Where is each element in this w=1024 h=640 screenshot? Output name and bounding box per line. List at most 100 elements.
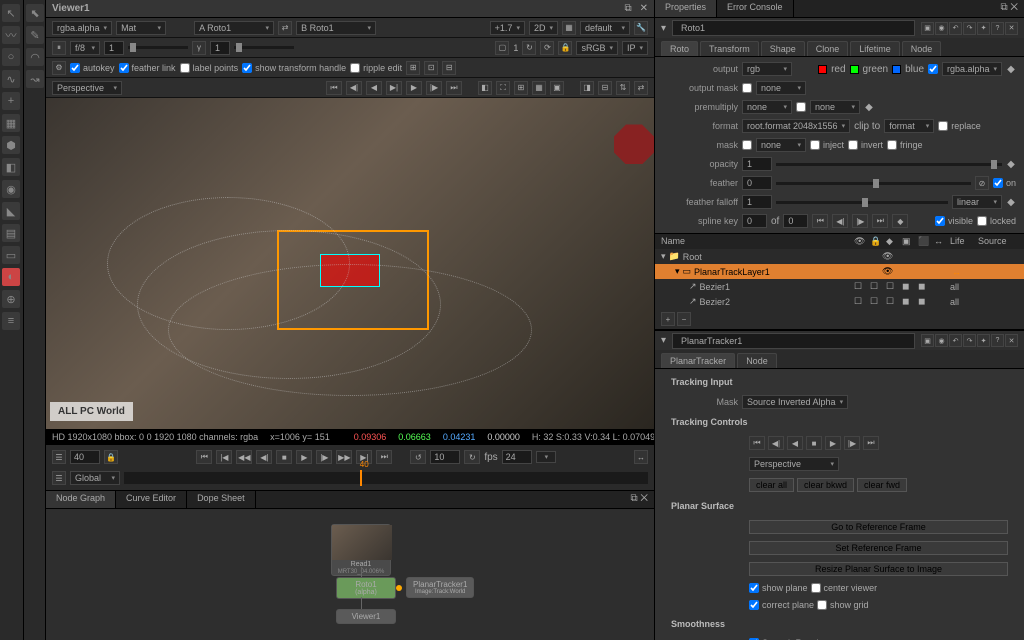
gamma-slider[interactable] [234,46,294,49]
geo-tool-icon[interactable]: ⬢ [2,136,20,154]
tl-sync-icon[interactable]: ↔ [634,450,648,464]
inject-check[interactable]: inject [810,140,844,150]
track-stop-icon[interactable]: ■ [806,436,822,450]
subtab-node[interactable]: Node [902,41,942,56]
view-dropdown[interactable]: Perspective [52,81,122,95]
labelpoints-check[interactable]: label points [180,63,239,73]
tag-tool-icon[interactable]: ◣ [2,202,20,220]
bezier-icon[interactable]: ◠ [26,48,44,66]
grid-tool-icon[interactable]: ▦ [2,114,20,132]
tree-remove-icon[interactable]: − [677,312,691,326]
feather-on-check[interactable]: on [993,178,1016,188]
clear-bkwd-button[interactable]: clear bkwd [797,478,854,492]
tool1-icon[interactable]: ⊞ [406,61,420,75]
gain-slider[interactable] [128,46,188,49]
tab-node-graph[interactable]: Node Graph [46,491,116,508]
rgba-dropdown[interactable]: rgba.alpha [942,62,1002,76]
brush-tool-icon[interactable]: 〰 [2,26,20,44]
premult-check[interactable] [796,102,806,112]
clear-fwd-button[interactable]: clear fwd [857,478,907,492]
feather-input[interactable] [742,176,772,190]
subtab-clone[interactable]: Clone [807,41,849,56]
anim-icon[interactable]: ◆ [1006,197,1016,208]
prev-frame-icon[interactable]: ◀ [366,81,382,95]
menu-tool-icon[interactable]: ≡ [2,312,20,330]
hi-close-icon[interactable]: ✕ [1005,334,1018,347]
lock-icon[interactable]: 🔒 [104,450,118,464]
featherlink-check[interactable]: feather link [119,63,176,73]
timeline-marker[interactable] [360,470,362,486]
hi-center-icon[interactable]: ▣ [921,334,934,347]
tab-curve-editor[interactable]: Curve Editor [116,491,187,508]
tl-prev-icon[interactable]: ◀| [256,450,272,464]
green-chip[interactable] [850,65,859,74]
spline-input[interactable] [742,214,767,228]
add-tool-icon[interactable]: + [2,92,20,110]
anim-icon[interactable]: ◆ [1006,159,1016,170]
track-back-icon[interactable]: ◀ [787,436,803,450]
split-icon[interactable]: ⊟ [598,81,612,95]
replace-check[interactable]: replace [938,121,981,131]
frame-start-input[interactable] [70,450,100,464]
next-frame-icon[interactable]: ▶ [406,81,422,95]
blue-chip[interactable] [892,65,901,74]
hi-help-icon[interactable]: ? [991,22,1004,35]
tl-next-icon[interactable]: |▶ [316,450,332,464]
anim-icon[interactable]: ◆ [864,102,874,113]
input-a-dropdown[interactable]: A Roto1 [194,21,274,35]
goto-ref-button[interactable]: Go to Reference Frame [749,520,1008,534]
premult-dropdown[interactable]: none [742,100,792,114]
set-ref-button[interactable]: Set Reference Frame [749,541,1008,555]
timeline-track[interactable]: 40 [124,472,648,484]
output-dropdown[interactable]: rgb [742,62,792,76]
showtransform-check[interactable]: show transform handle [242,63,346,73]
ng-dock-icon[interactable]: ⧉ ✕ [624,491,654,508]
falloff-input[interactable] [742,195,772,209]
prev-key-icon[interactable]: ◀| [346,81,362,95]
dock-icon[interactable]: ⧉ [624,3,631,14]
show-plane-check[interactable]: show plane [749,583,808,593]
hi-undo-icon[interactable]: ↶ [949,334,962,347]
tree-row-layer[interactable]: ▾▭PlanarTrackLayer1 👁↔ [655,264,1024,279]
swap-ab-icon[interactable]: ⇄ [278,21,292,35]
hi-help-icon[interactable]: ? [991,334,1004,347]
hi-undo-icon[interactable]: ↶ [949,22,962,35]
tl-fwd-icon[interactable]: ▶▶ [336,450,352,464]
circle-tool-icon[interactable]: ○ [2,48,20,66]
collapse-icon[interactable]: ▾ [661,335,666,346]
tab-dope-sheet[interactable]: Dope Sheet [187,491,256,508]
center-viewer-check[interactable]: center viewer [811,583,878,593]
stack-tool-icon[interactable]: ▤ [2,224,20,242]
collapse-icon[interactable]: ▾ [661,23,666,34]
subtab-planar-node[interactable]: Node [737,353,777,368]
last-frame-icon[interactable]: ⏭ [446,81,462,95]
next-key-icon[interactable]: |▶ [426,81,442,95]
lut-dropdown[interactable]: IP [622,41,648,55]
fps-dropdown[interactable] [536,451,556,463]
feather-slider[interactable] [776,182,971,185]
cur-frame-input[interactable] [430,450,460,464]
node-planar[interactable]: PlanarTracker1 Image:Track:World [406,577,474,598]
tl-last-icon[interactable]: ⏭ [376,450,392,464]
key-first-icon[interactable]: ⏮ [812,214,828,228]
correct-plane-check[interactable]: correct plane [749,600,814,610]
resize-button[interactable]: Resize Planar Surface to Image [749,562,1008,576]
gamma-icon[interactable]: γ [192,41,206,55]
preset-dropdown[interactable]: default [580,21,630,35]
colorspace-dropdown[interactable]: sRGB [576,41,618,55]
key-next-icon[interactable]: |▶ [852,214,868,228]
track-last-icon[interactable]: ⏭ [863,436,879,450]
overlay-icon[interactable]: ⊞ [514,81,528,95]
hi-redo-icon[interactable]: ↷ [963,334,976,347]
link-icon[interactable]: ⊘ [975,176,989,190]
tl-play-icon[interactable]: ▶ [296,450,312,464]
hi-redo-icon[interactable]: ↷ [963,22,976,35]
fringe-check[interactable]: fringe [887,140,923,150]
tl-stop-icon[interactable]: ■ [276,450,292,464]
hi-center-icon[interactable]: ▣ [921,22,934,35]
tool3-icon[interactable]: ⊟ [442,61,456,75]
key-prev-icon[interactable]: ◀| [832,214,848,228]
tree-row-root[interactable]: ▾📁Root 👁 [655,249,1024,264]
safe-icon[interactable]: ▣ [550,81,564,95]
tl-first-icon[interactable]: ⏮ [196,450,212,464]
